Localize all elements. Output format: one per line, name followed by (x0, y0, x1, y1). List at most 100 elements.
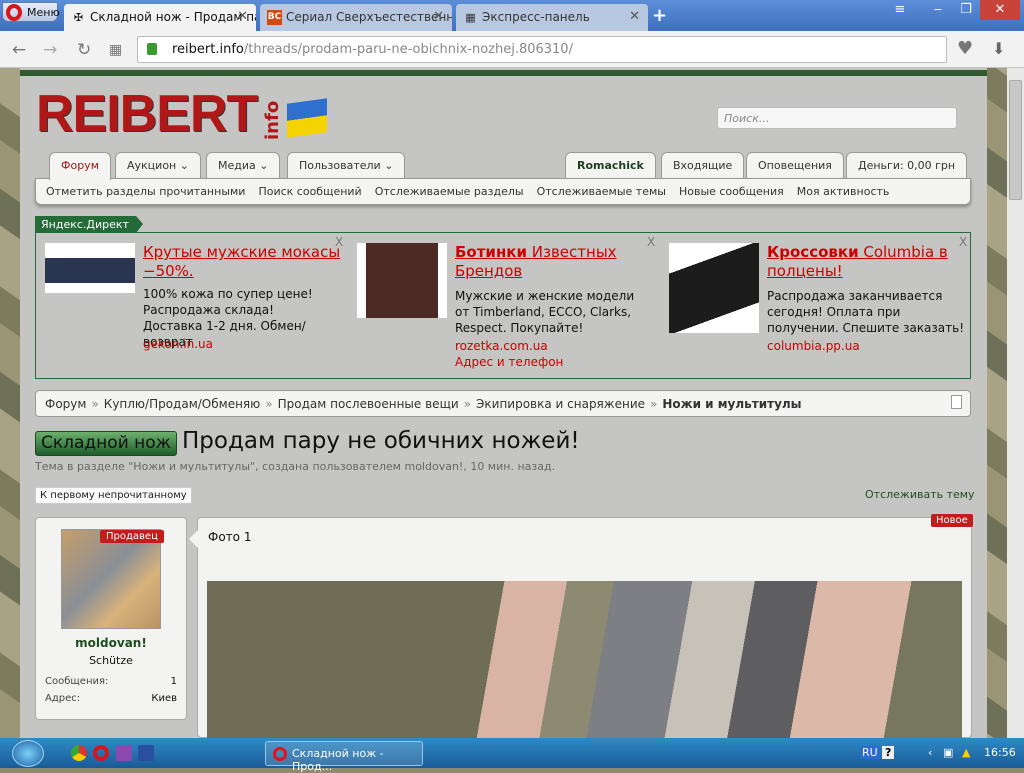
heart-icon[interactable]: ♥ (957, 38, 973, 59)
ad-url[interactable]: gekon.in.ua (143, 337, 213, 351)
opera-icon (273, 747, 287, 761)
watch-thread-link[interactable]: Отслеживать тему (865, 488, 975, 501)
subnav-my-activity[interactable]: Моя активность (797, 185, 890, 198)
close-ad-icon[interactable]: X (647, 235, 655, 249)
close-tab-icon[interactable]: ✕ (237, 9, 248, 24)
chrome-icon[interactable] (71, 745, 87, 761)
forward-icon[interactable]: → (43, 40, 57, 60)
close-tab-icon[interactable]: ✕ (433, 9, 444, 24)
tab-money[interactable]: Деньги: 0,00 грн (846, 152, 968, 179)
breadcrumb-separator: » (463, 397, 472, 411)
ad-image[interactable] (669, 243, 759, 333)
address-bar-row: ← → ↻ ▦ reibert.info/threads/prodam-paru… (0, 31, 1024, 68)
tab-speed-dial[interactable]: ▦ Экспресс-панель ✕ (456, 4, 648, 31)
breadcrumb-separator: » (265, 397, 273, 411)
tab-inbox[interactable]: Входящие (661, 152, 745, 179)
close-ad-icon[interactable]: X (335, 235, 343, 249)
ad-block: Крутые мужские мокасы −50%. 100% кожа по… (35, 232, 971, 379)
close-ad-icon[interactable]: X (959, 235, 967, 249)
breadcrumb-separator: » (650, 397, 658, 411)
opera-icon[interactable] (93, 745, 109, 761)
tab-users[interactable]: Пользователи ⌄ (287, 152, 406, 179)
tab-username[interactable]: Romachick (565, 152, 656, 179)
new-tab-button[interactable]: + (652, 5, 667, 26)
language-indicator[interactable]: RU (860, 746, 880, 759)
subnav-new-posts[interactable]: Новые сообщения (679, 185, 784, 198)
stat-value[interactable]: 1 (171, 676, 177, 687)
ad-image[interactable] (357, 243, 447, 318)
ad-address-link[interactable]: Адрес и телефон (455, 355, 563, 369)
opera-menu-button[interactable]: Меню (2, 2, 60, 22)
logo-suffix: info (262, 100, 283, 140)
tab-forum[interactable]: Форум (49, 152, 111, 180)
breadcrumb: Форум » Куплю/Продам/Обменяю » Продам послев… (35, 390, 971, 417)
app-icon[interactable] (116, 745, 132, 761)
maximize-button[interactable]: ❐ (952, 0, 980, 20)
breadcrumb-item[interactable]: Куплю/Продам/Обменяю (104, 397, 260, 411)
subnav-mark-read[interactable]: Отметить разделы прочитанными (46, 185, 245, 198)
close-window-button[interactable]: ✕ (980, 0, 1020, 20)
thread-subtitle: Тема в разделе "Ножи и мультитулы", созд… (35, 460, 556, 473)
back-icon[interactable]: ← (12, 40, 26, 60)
stat-label: Сообщения: (45, 676, 109, 687)
search-input[interactable]: Поиск... (717, 107, 957, 129)
tab-alerts[interactable]: Оповещения (746, 152, 844, 179)
warning-icon[interactable]: ▲ (962, 746, 970, 759)
avatar[interactable] (61, 529, 161, 629)
opera-logo-icon (6, 4, 22, 21)
header-bar (20, 70, 987, 76)
url-path: /threads/prodam-paru-ne-obichnix-nozhej.… (243, 42, 573, 57)
download-icon[interactable]: ⬇ (992, 39, 1005, 58)
help-icon[interactable]: ? (882, 746, 895, 759)
minimize-button[interactable]: ‒ (924, 0, 952, 20)
tab-media[interactable]: Медиа ⌄ (206, 152, 281, 179)
task-label: Складной нож - Прод... (292, 747, 384, 773)
ad-item[interactable]: Ботинки Известных Брендов Мужские и женс… (357, 235, 657, 373)
speed-dial-icon[interactable]: ▦ (109, 42, 122, 58)
ad-item[interactable]: Кроссовки Columbia в полцены! Распродажа… (669, 235, 969, 373)
ad-title[interactable]: Кроссовки Columbia в полцены! (767, 243, 957, 281)
app-icon-2[interactable] (138, 745, 154, 761)
new-badge: Новое (931, 514, 973, 527)
url-input[interactable]: reibert.info/threads/prodam-paru-ne-obic… (137, 36, 947, 63)
thread-prefix[interactable]: Складной нож (35, 431, 177, 456)
subnav-search[interactable]: Поиск сообщений (258, 185, 361, 198)
ad-description: Мужские и женские модели от Timberland, … (455, 289, 635, 335)
network-icon[interactable]: ▣ (943, 746, 953, 759)
start-button[interactable] (12, 740, 44, 767)
taskbar-task-opera[interactable]: Складной нож - Прод... (265, 741, 423, 773)
ad-image[interactable] (45, 243, 135, 293)
stat-value: Киев (151, 693, 177, 704)
site-logo[interactable]: REIBERT (36, 88, 258, 140)
close-tab-icon[interactable]: ✕ (629, 9, 640, 24)
iron-cross-icon: ✠ (73, 11, 84, 24)
yandex-direct-label[interactable]: Яндекс.Директ (35, 216, 143, 233)
page-icon[interactable] (951, 395, 962, 409)
thread-title: Продам пару не обичних ножей! (182, 428, 580, 454)
breadcrumb-item[interactable]: Форум (45, 397, 86, 411)
scrollbar-thumb[interactable] (1009, 80, 1022, 200)
chevron-down-icon: ⌄ (179, 159, 189, 172)
breadcrumb-item[interactable]: Продам послевоенные вещи (278, 397, 459, 411)
ad-url[interactable]: rozetka.com.ua (455, 339, 548, 353)
ad-title[interactable]: Ботинки Известных Брендов (455, 243, 635, 281)
breadcrumb-item[interactable]: Экипировка и снаряжение (476, 397, 645, 411)
breadcrumb-current[interactable]: Ножи и мультитулы (662, 397, 801, 411)
subnav-watched-threads[interactable]: Отслеживаемые темы (537, 185, 666, 198)
post-photo[interactable] (207, 581, 962, 738)
clock[interactable]: 16:56 (984, 746, 1016, 759)
tab-reibert[interactable]: ✠ Складной нож - Продам пар ✕ (64, 4, 256, 31)
ad-item[interactable]: Крутые мужские мокасы −50%. 100% кожа по… (45, 235, 345, 373)
tab-title: Складной нож - Продам пар (90, 10, 256, 24)
username[interactable]: moldovan! (35, 636, 187, 650)
ad-url[interactable]: columbia.pp.ua (767, 339, 860, 353)
tab-serial[interactable]: BC Сериал Сверхъестественн ✕ (260, 4, 452, 31)
show-hidden-icons[interactable]: ‹ (928, 746, 932, 759)
menu-label: Меню (27, 6, 60, 19)
first-unread-button[interactable]: К первому непрочитанному (35, 487, 192, 504)
ad-title[interactable]: Крутые мужские мокасы −50%. (143, 243, 343, 281)
tab-auction[interactable]: Аукцион ⌄ (115, 152, 201, 179)
subnav-watched-forums[interactable]: Отслеживаемые разделы (375, 185, 524, 198)
tab-menu-icon[interactable]: ≡ (886, 0, 914, 20)
reload-icon[interactable]: ↻ (77, 40, 91, 60)
